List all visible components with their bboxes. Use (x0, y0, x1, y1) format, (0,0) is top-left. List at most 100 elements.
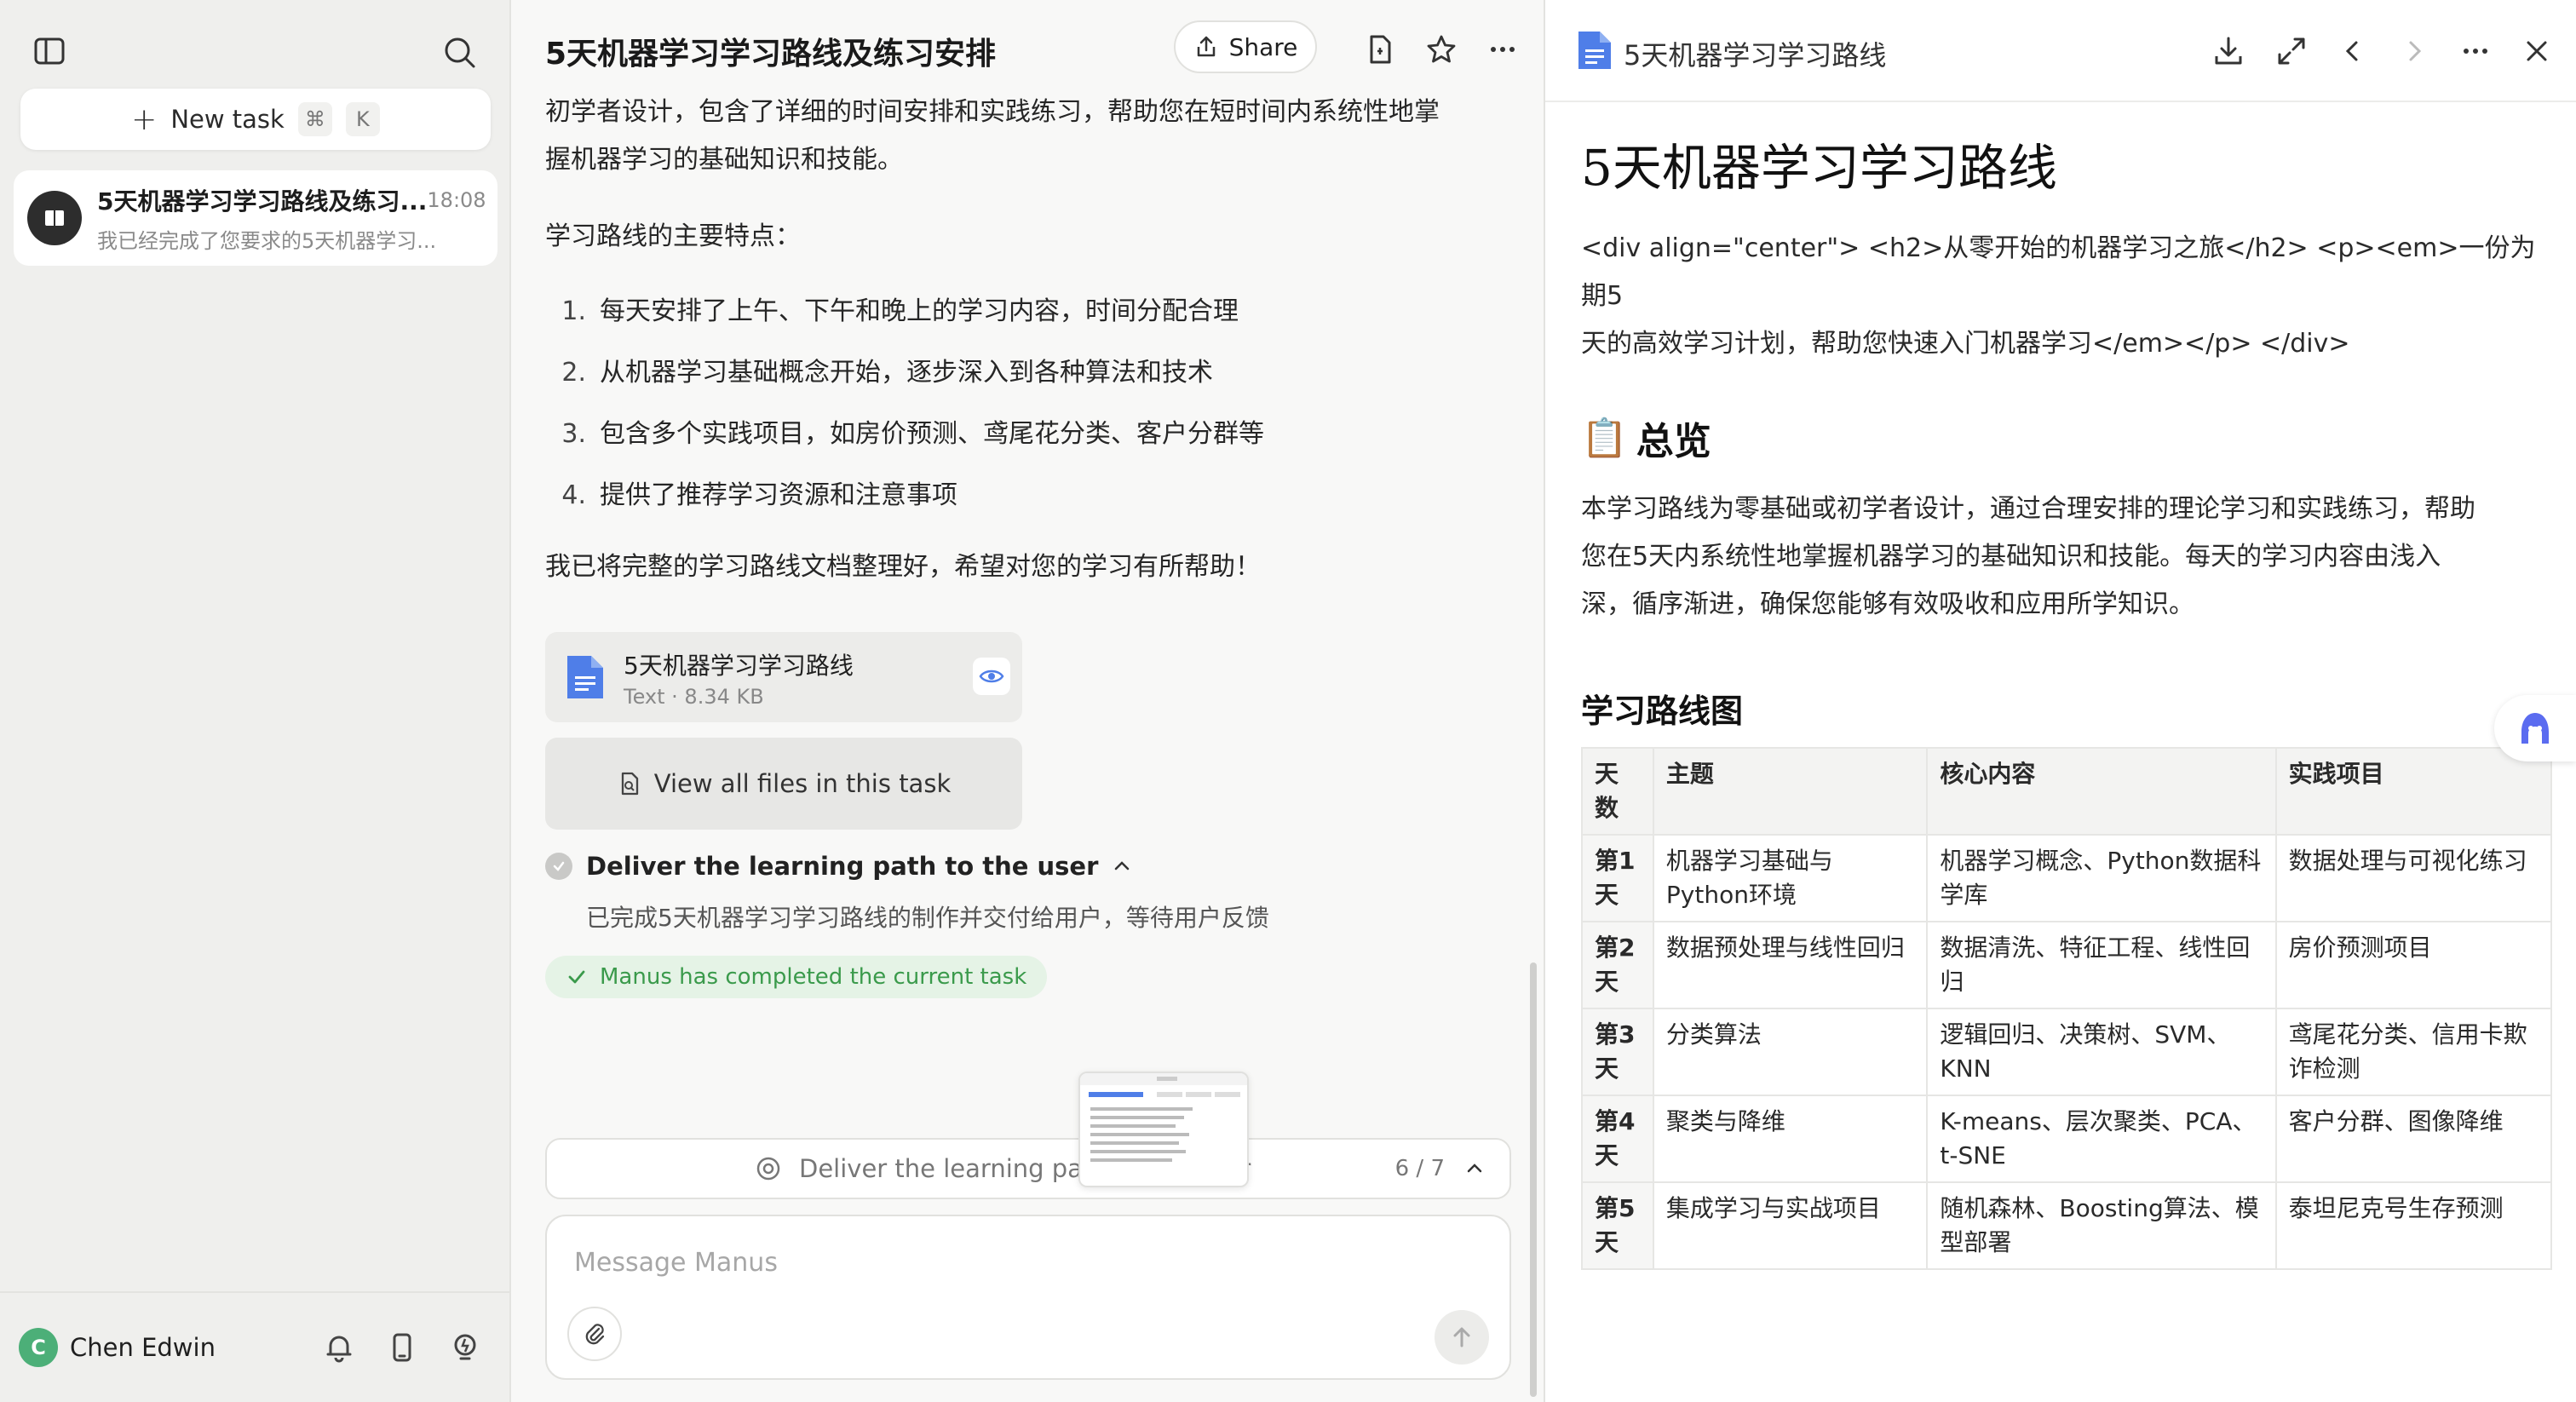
shortcut-cmd-key: ⌘ (297, 102, 332, 136)
step-check-icon (545, 853, 572, 880)
close-icon[interactable] (2520, 34, 2554, 68)
list-item-text: 每天安排了上午、下午和晚上的学习内容，时间分配合理 (600, 296, 1239, 326)
progress-status-icon (756, 1157, 780, 1181)
file-link-icon[interactable] (1363, 32, 1397, 66)
document-content: 5天机器学习学习路线 <div align="center"> <h2>从零开始… (1581, 128, 2553, 1270)
chevron-right-icon[interactable] (2397, 34, 2431, 68)
features-heading: 学习路线的主要特点： (545, 221, 801, 251)
search-icon[interactable] (441, 34, 477, 70)
assistant-logo-icon (2521, 713, 2549, 744)
table-header: 天数 (1581, 747, 1654, 836)
table-header-row: 天数 主题 核心内容 实践项目 (1581, 747, 2553, 836)
chat-scrollbar[interactable] (1530, 962, 1537, 1397)
chat-panel: 5天机器学习学习路线及练习安排 Share 初学者设计，包含了详细的时间安排和实… (511, 0, 1545, 1402)
new-task-button[interactable]: + New task ⌘ K (20, 89, 491, 150)
chevron-up-icon[interactable] (1112, 856, 1132, 876)
attach-button[interactable] (567, 1307, 622, 1361)
table-cell: 聚类与降维 (1652, 1095, 1929, 1183)
list-item: 4. 提供了推荐学习资源和注意事项 (545, 465, 1516, 526)
expand-icon[interactable] (2274, 34, 2309, 68)
overview-line-2: 您在5天内系统性地掌握机器学习的基础知识和技能。每天的学习内容由浅入 (1581, 542, 2441, 572)
lightbulb-icon[interactable] (448, 1330, 482, 1365)
chat-header: 5天机器学习学习路线及练习安排 Share (511, 0, 1544, 95)
share-button[interactable]: Share (1174, 20, 1317, 73)
step-header[interactable]: Deliver the learning path to the user (545, 852, 1132, 881)
table-cell-day: 第1天 (1581, 834, 1654, 922)
document-title: 5天机器学习学习路线 (1581, 139, 2057, 197)
task-preview: 我已经完成了您要求的5天机器学习... (97, 228, 437, 253)
files-icon (621, 772, 638, 796)
table-row: 第1天 机器学习基础与Python环境 机器学习概念、Python数据科学库 数… (1581, 834, 2553, 922)
table-cell: 分类算法 (1652, 1008, 1929, 1096)
task-title: 5天机器学习学习路线及练习... (97, 187, 428, 215)
file-meta: Text · 8.34 KB (624, 685, 764, 709)
chat-title: 5天机器学习学习路线及练习安排 (545, 37, 997, 72)
list-item: 3. 包含多个实践项目，如房价预测、鸢尾花分类、客户分群等 (545, 404, 1516, 465)
table-cell: 鸢尾花分类、信用卡欺诈检测 (2274, 1008, 2553, 1096)
step-title: Deliver the learning path to the user (586, 852, 1099, 881)
task-text: 5天机器学习学习路线及练习... 18:08 我已经完成了您要求的5天机器学习.… (97, 183, 486, 254)
table-cell: 数据预处理与线性回归 (1652, 921, 1929, 1009)
chevron-up-icon[interactable] (1463, 1158, 1486, 1180)
task-list-item[interactable]: 5天机器学习学习路线及练习... 18:08 我已经完成了您要求的5天机器学习.… (14, 170, 497, 266)
task-row: 5天机器学习学习路线及练习... 18:08 (97, 183, 486, 217)
roadmap-heading: 学习路线图 (1581, 692, 1744, 730)
features-list: 1. 每天安排了上午、下午和晚上的学习内容，时间分配合理 2. 从机器学习基础概念开… (545, 281, 1516, 526)
more-icon[interactable] (2458, 34, 2493, 68)
task-avatar (27, 191, 82, 245)
document-icon (567, 656, 603, 698)
roadmap-table: 天数 主题 核心内容 实践项目 第1天 机器学习基础与Python环境 机器学习… (1581, 747, 2553, 1270)
file-name: 5天机器学习学习路线 (624, 652, 854, 680)
task-time: 18:08 (427, 187, 486, 212)
overview-heading: 📋 总览 (1581, 411, 2552, 465)
star-icon[interactable] (1424, 32, 1458, 66)
clipboard-icon: 📋 (1581, 417, 1628, 460)
send-button[interactable] (1435, 1310, 1489, 1365)
task-progress-bar[interactable]: Deliver the learning path to the user 6 … (545, 1138, 1511, 1199)
assistant-float-button[interactable] (2494, 695, 2576, 761)
overview-line-1: 本学习路线为零基础或初学者设计，通过合理安排的理论学习和实践练习，帮助 (1581, 494, 2475, 524)
view-all-label: View all files in this task (653, 769, 952, 798)
overview-line-3: 深，循序渐进，确保您能够有效吸收和应用所学知识。 (1581, 589, 2194, 619)
list-item-text: 从机器学习基础概念开始，逐步深入到各种算法和技术 (600, 358, 1213, 388)
sidebar-top (0, 0, 509, 99)
chevron-left-icon[interactable] (2336, 34, 2370, 68)
eye-icon (979, 669, 1004, 683)
download-icon[interactable] (2211, 34, 2245, 68)
user-name[interactable]: Chen Edwin (70, 1333, 216, 1362)
more-icon[interactable] (1486, 32, 1520, 66)
table-row: 第4天 聚类与降维 K-means、层次聚类、PCA、t-SNE 客户分群、图像… (1581, 1095, 2553, 1183)
arrow-up-icon (1453, 1327, 1470, 1347)
table-cell-day: 第3天 (1581, 1008, 1654, 1096)
computer-preview-thumbnail[interactable] (1078, 1072, 1249, 1187)
table-row: 第2天 数据预处理与线性回归 数据清洗、特征工程、线性回归 房价预测项目 (1581, 921, 2553, 1009)
table-cell: 逻辑回归、决策树、SVM、KNN (1926, 1008, 2277, 1096)
table-cell: 集成学习与实战项目 (1652, 1181, 1929, 1270)
preview-eye-button[interactable] (973, 658, 1010, 695)
table-cell-day: 第4天 (1581, 1095, 1654, 1183)
sidebar-toggle-icon[interactable] (32, 34, 66, 68)
mobile-icon[interactable] (385, 1330, 419, 1365)
document-icon (1578, 32, 1611, 69)
progress-count: 6 / 7 (1394, 1156, 1445, 1181)
raw-html-line-1: <div align="center"> <h2>从零开始的机器学习之旅</h2… (1581, 233, 2536, 311)
book-icon (45, 210, 64, 226)
view-all-files-button[interactable]: View all files in this task (545, 738, 1022, 830)
table-cell: 泰坦尼克号生存预测 (2274, 1181, 2553, 1270)
bell-icon[interactable] (322, 1330, 356, 1365)
file-attachment-card[interactable]: 5天机器学习学习路线 Text · 8.34 KB (545, 632, 1022, 722)
user-avatar[interactable]: C (19, 1328, 58, 1367)
task-completed-badge: Manus has completed the current task (545, 956, 1048, 998)
table-cell: K-means、层次聚类、PCA、t-SNE (1926, 1095, 2277, 1183)
shortcut-k-key: K (345, 102, 380, 136)
table-cell: 数据清洗、特征工程、线性回归 (1926, 921, 2277, 1009)
table-header: 实践项目 (2274, 747, 2553, 836)
share-label: Share (1228, 32, 1298, 61)
closing-message: 我已将完整的学习路线文档整理好，希望对您的学习有所帮助！ (545, 552, 1261, 582)
preview-header: 5天机器学习学习路线 (1545, 0, 2576, 102)
sidebar-footer: C Chen Edwin (0, 1291, 509, 1402)
list-item-text: 提供了推荐学习资源和注意事项 (600, 480, 957, 510)
table-cell-day: 第2天 (1581, 921, 1654, 1009)
plus-icon: + (131, 101, 158, 137)
message-input[interactable] (574, 1244, 1477, 1281)
